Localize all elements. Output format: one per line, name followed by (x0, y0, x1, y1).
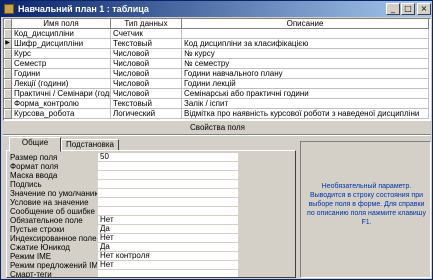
description-cell[interactable]: Код дисципліни за класифікацією (182, 39, 429, 49)
property-value[interactable] (98, 180, 238, 189)
property-label: Условие на значение (10, 198, 89, 207)
property-label: Режим предложений IME (10, 261, 97, 270)
minimize-button[interactable]: _ (386, 3, 400, 15)
property-value[interactable] (98, 162, 238, 171)
window-title: Навчальний план 1 : таблица (18, 4, 149, 14)
property-label: Размер поля (10, 153, 58, 162)
field-properties-title: Свойства поля (190, 123, 245, 132)
property-value[interactable] (98, 189, 238, 198)
field-grid: Имя поля Тип данных Описание Код_дисципл… (3, 18, 431, 121)
property-value[interactable]: Нет (98, 261, 238, 270)
row-selector[interactable] (4, 59, 12, 69)
data-type-cell[interactable]: Текстовый (111, 99, 182, 109)
current-row-marker[interactable]: ▶ (4, 39, 12, 49)
row-selector[interactable] (4, 109, 12, 119)
column-header-description[interactable]: Описание (182, 19, 429, 29)
property-value[interactable]: Да (98, 225, 238, 234)
row-selector[interactable] (4, 79, 12, 89)
title-bar[interactable]: Навчальний план 1 : таблица _ □ × (1, 1, 432, 17)
header-corner (4, 19, 12, 29)
row-selector[interactable] (4, 69, 12, 79)
field-name-cell[interactable]: Курсова_робота (12, 109, 111, 119)
properties-panel: Размер поля 50 Формат поля Маска ввода По… (6, 150, 296, 278)
field-name-cell[interactable]: Форма_контролю (12, 99, 111, 109)
field-name-cell[interactable]: Семестр (12, 59, 111, 69)
column-header-type[interactable]: Тип данных (111, 19, 182, 29)
property-value[interactable]: Да (98, 243, 238, 252)
data-type-cell[interactable]: Числовой (111, 79, 182, 89)
table-icon (4, 4, 14, 14)
description-cell[interactable]: № курсу (182, 49, 429, 59)
description-cell[interactable]: № семестру (182, 59, 429, 69)
property-value[interactable]: Нет (98, 234, 238, 243)
description-cell[interactable]: Відмітка про наявність курсової роботи з… (182, 109, 429, 119)
property-label: Смарт-теги (10, 270, 52, 278)
property-label: Формат поля (10, 162, 59, 171)
description-cell[interactable]: Години навчального плану (182, 69, 429, 79)
row-selector[interactable] (4, 49, 12, 59)
property-value[interactable] (98, 171, 238, 180)
field-name-cell[interactable]: Лекції (години) (12, 79, 111, 89)
field-name-cell[interactable]: Практичні / Семінари (годин (12, 89, 111, 99)
row-selector[interactable] (4, 89, 12, 99)
data-type-cell[interactable]: Числовой (111, 49, 182, 59)
property-label: Пустые строки (10, 225, 65, 234)
help-panel: Необязательный параметр. Выводится в стр… (300, 141, 431, 278)
data-type-cell[interactable]: Логический (111, 109, 182, 119)
maximize-button[interactable]: □ (401, 3, 415, 15)
property-value[interactable]: Нет контроля (98, 252, 238, 261)
property-label: Режим IME (10, 252, 52, 261)
property-label: Маска ввода (10, 171, 58, 180)
property-label: Индексированное поле (10, 234, 97, 243)
row-selector[interactable] (4, 99, 12, 109)
description-cell[interactable]: Семінарські або практичні години (182, 89, 429, 99)
help-text: Необязательный параметр. Выводится в стр… (307, 183, 426, 226)
property-label: Обязательное поле (10, 216, 83, 225)
description-cell[interactable]: Залік / іспит (182, 99, 429, 109)
property-label: Сообщение об ошибке (10, 207, 95, 216)
data-type-cell[interactable]: Числовой (111, 59, 182, 69)
close-button[interactable]: × (417, 3, 431, 15)
property-label: Сжатие Юникод (10, 243, 70, 252)
property-label: Подпись (10, 180, 42, 189)
property-label: Значение по умолчанию (10, 189, 97, 198)
property-value[interactable]: 50 (98, 153, 238, 162)
field-name-cell[interactable]: Години (12, 69, 111, 79)
column-header-name[interactable]: Имя поля (12, 19, 111, 29)
data-type-cell[interactable]: Числовой (111, 69, 182, 79)
property-value[interactable]: Нет (98, 216, 238, 225)
table-design-window: Навчальний план 1 : таблица _ □ × Имя по… (0, 0, 433, 280)
property-value[interactable] (98, 270, 238, 277)
section-divider (3, 134, 431, 136)
tab-general[interactable]: Общие (9, 137, 61, 152)
property-value[interactable] (98, 207, 238, 216)
data-type-cell[interactable]: Числовой (111, 89, 182, 99)
field-name-cell[interactable]: Курс (12, 49, 111, 59)
data-type-cell[interactable]: Текстовый (111, 39, 182, 49)
description-cell[interactable]: Години лекцій (182, 79, 429, 89)
row-selector[interactable] (4, 29, 12, 39)
data-type-cell[interactable]: Счетчик (111, 29, 182, 39)
property-value[interactable] (98, 198, 238, 207)
description-cell[interactable] (182, 29, 429, 39)
field-name-cell[interactable]: Шифр_дисципліни (12, 39, 111, 49)
field-name-cell[interactable]: Код_дисципліни (12, 29, 111, 39)
